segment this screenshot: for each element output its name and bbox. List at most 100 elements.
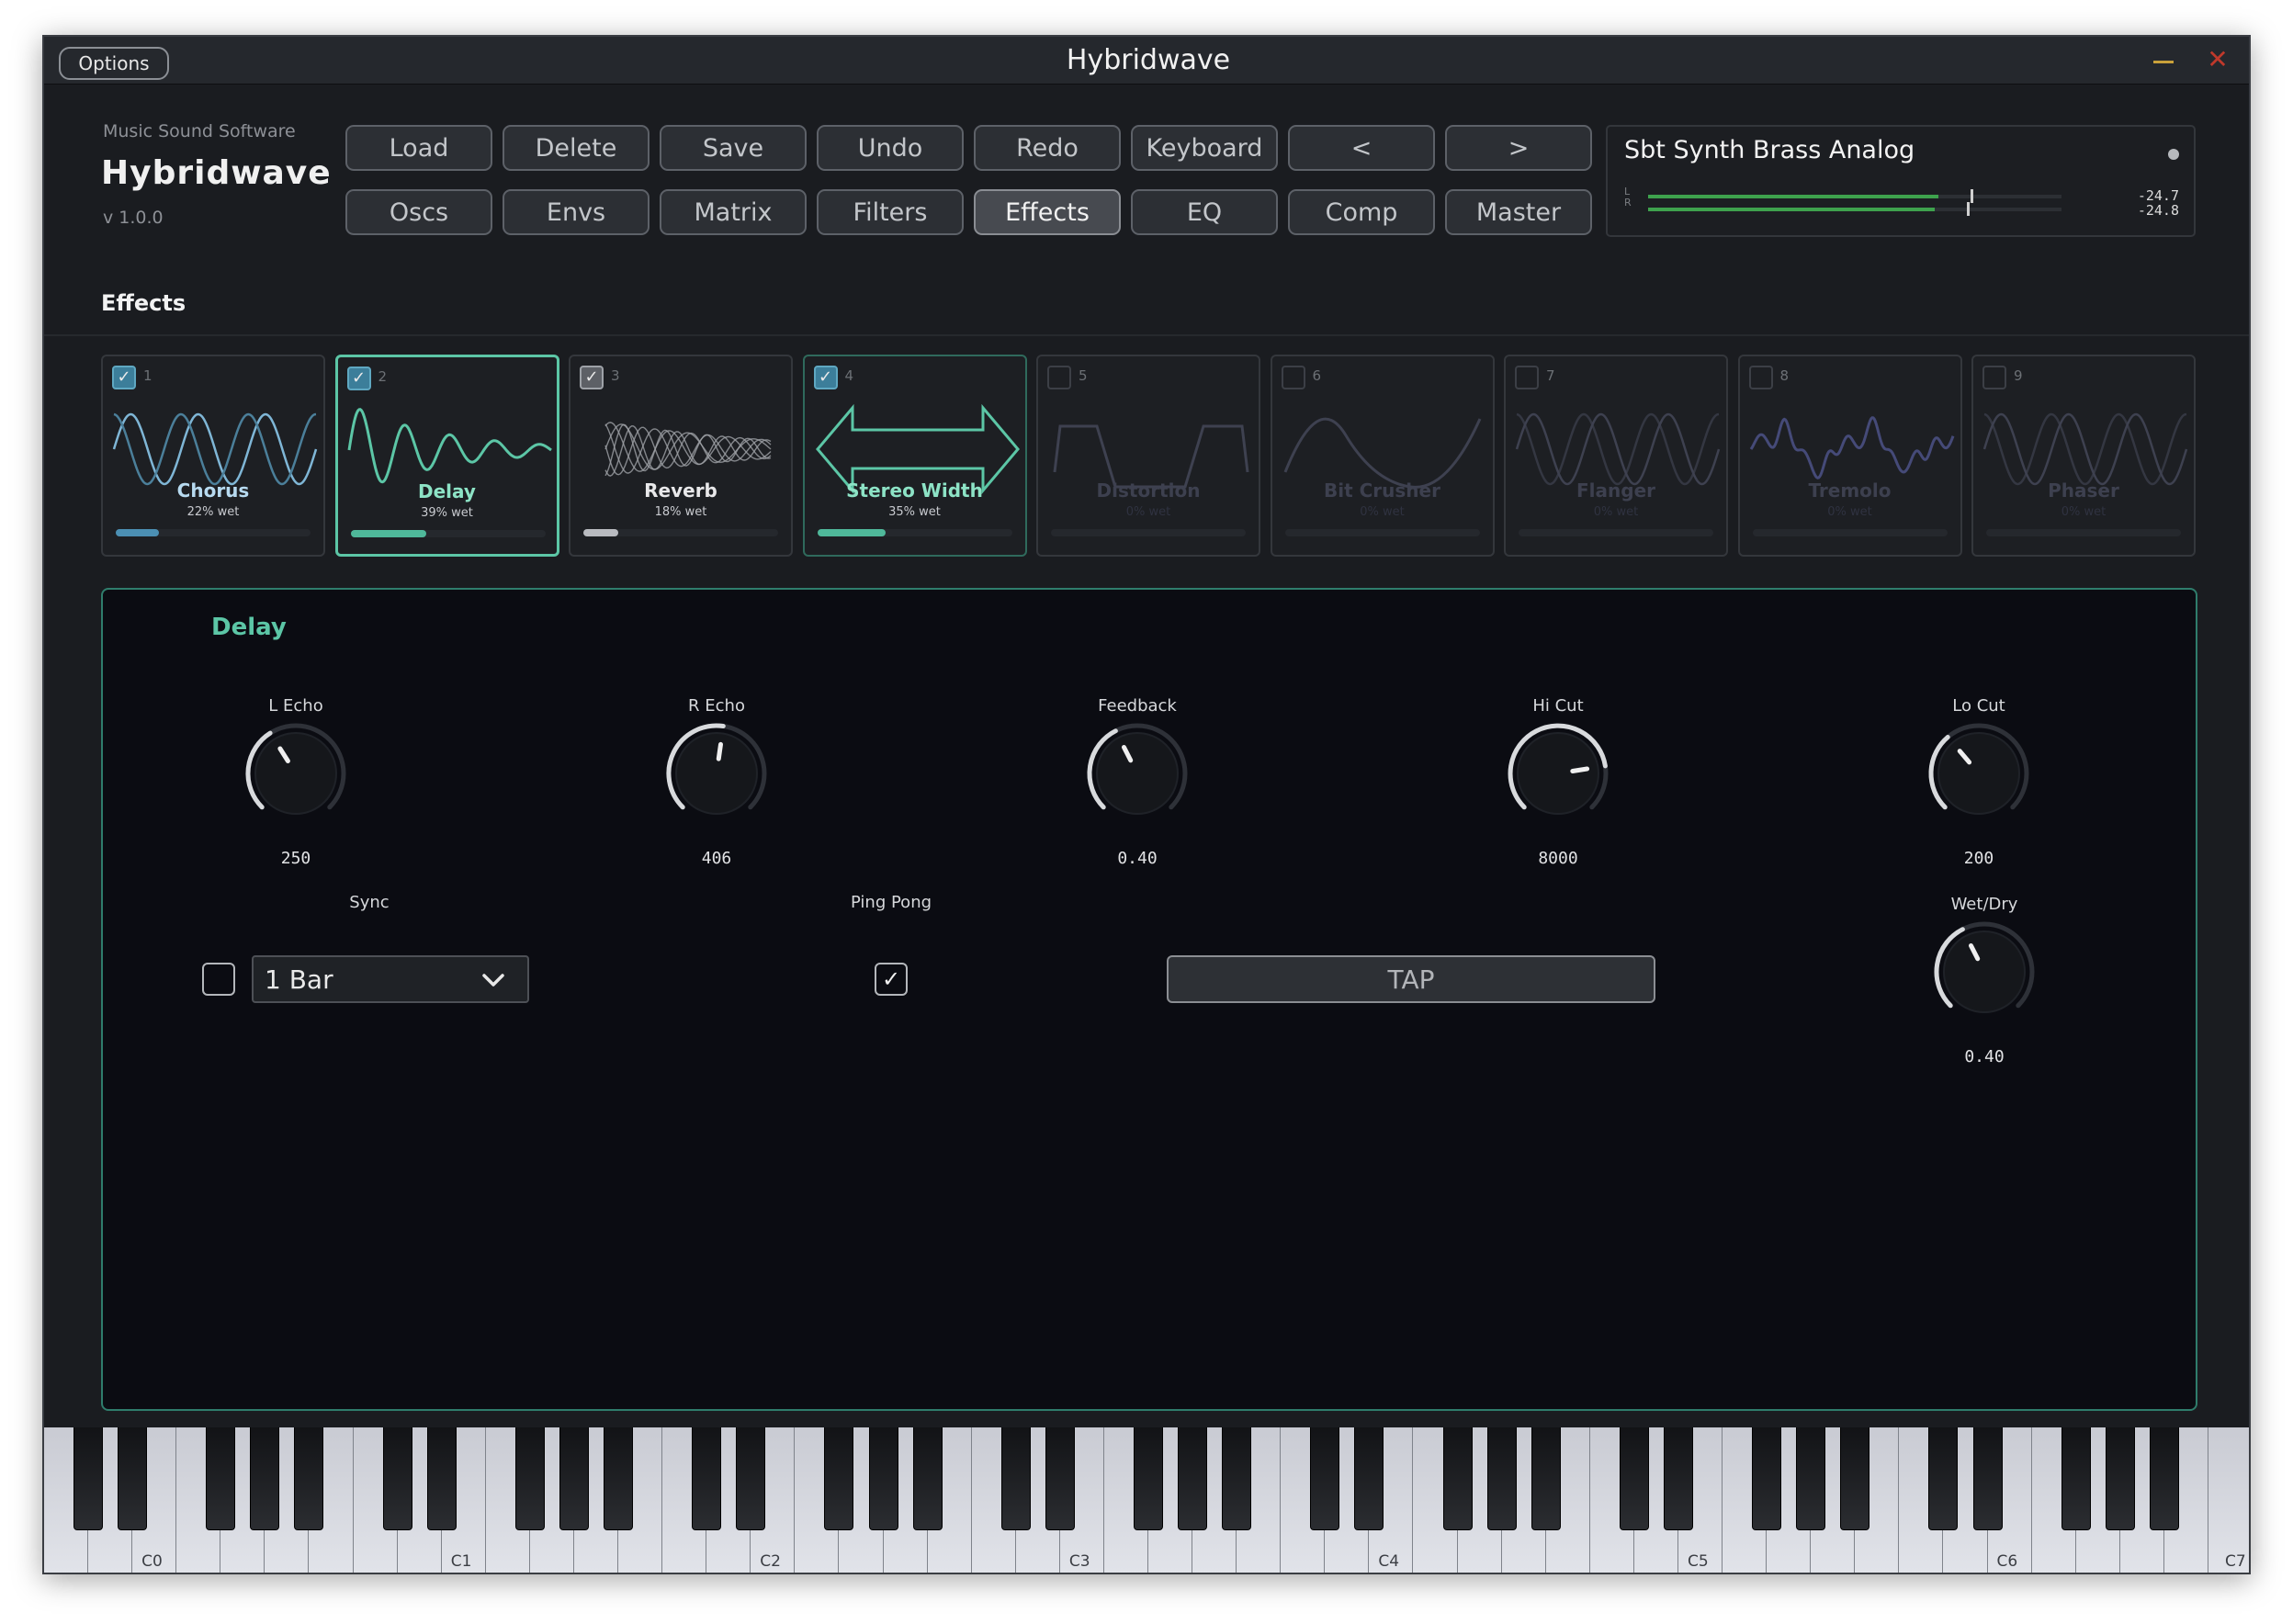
tab-oscs[interactable]: Oscs (345, 189, 492, 235)
black-key[interactable] (1972, 1427, 2003, 1530)
black-key[interactable] (1928, 1427, 1959, 1530)
hi-cut-knob[interactable]: Hi Cut 8000 (1466, 696, 1650, 880)
black-key[interactable] (1000, 1427, 1031, 1530)
black-key[interactable] (824, 1427, 854, 1530)
l-echo-knob[interactable]: L Echo 250 (204, 696, 388, 880)
prev-button[interactable]: < (1288, 125, 1435, 171)
minimize-icon[interactable] (2153, 61, 2174, 63)
effect-enable-checkbox[interactable] (1281, 366, 1305, 389)
black-key[interactable] (2061, 1427, 2091, 1530)
black-key[interactable] (912, 1427, 943, 1530)
wet-dry-knob[interactable]: Wet/Dry 0.40 (1892, 895, 2076, 1078)
effect-slot-bit-crusher[interactable]: 6 Bit Crusher 0% wet (1270, 355, 1495, 557)
piano-keyboard[interactable]: C0 C1 C2 C3 C4 C5 C6 C7 (44, 1427, 2249, 1573)
black-key[interactable] (868, 1427, 898, 1530)
black-key[interactable] (250, 1427, 280, 1530)
black-key[interactable] (294, 1427, 324, 1530)
effect-enable-checkbox[interactable]: ✓ (813, 366, 838, 389)
black-key[interactable] (514, 1427, 545, 1530)
black-key[interactable] (1796, 1427, 1826, 1530)
black-key[interactable] (118, 1427, 148, 1530)
effect-slot-distortion[interactable]: 5 Distortion 0% wet (1036, 355, 1260, 557)
effect-wet-bar[interactable] (1284, 529, 1480, 536)
black-key[interactable] (1619, 1427, 1649, 1530)
sync-checkbox[interactable] (202, 963, 235, 996)
effect-name: Stereo Width (846, 479, 983, 502)
effect-slot-stereo-width[interactable]: ✓ 4 Stereo Width 35% wet (802, 355, 1027, 557)
black-key[interactable] (1442, 1427, 1473, 1530)
load-button[interactable]: Load (345, 125, 492, 171)
effect-enable-checkbox[interactable] (1982, 366, 2006, 389)
tab-envs[interactable]: Envs (503, 189, 649, 235)
tab-eq[interactable]: EQ (1131, 189, 1278, 235)
feedback-knob[interactable]: Feedback 0.40 (1045, 696, 1229, 880)
black-key[interactable] (1222, 1427, 1252, 1530)
effect-wet-bar[interactable] (1051, 529, 1246, 536)
tab-comp[interactable]: Comp (1288, 189, 1435, 235)
preset-display[interactable]: Sbt Synth Brass Analog L R -24.7 -24.8 (1606, 125, 2196, 237)
black-key[interactable] (1663, 1427, 1693, 1530)
black-key[interactable] (73, 1427, 104, 1530)
effect-enable-checkbox[interactable]: ✓ (580, 366, 604, 389)
close-icon[interactable]: ✕ (2207, 47, 2229, 73)
effect-name: Tremolo (1808, 479, 1892, 502)
knob-dial (245, 723, 346, 815)
delete-button[interactable]: Delete (503, 125, 649, 171)
sync-dropdown[interactable]: 1 Bar (252, 955, 529, 1003)
black-key[interactable] (382, 1427, 412, 1530)
effect-enable-checkbox[interactable]: ✓ (346, 367, 371, 390)
r-echo-knob[interactable]: R Echo 406 (625, 696, 808, 880)
effect-enable-checkbox[interactable] (1047, 366, 1071, 389)
black-key[interactable] (2105, 1427, 2135, 1530)
black-key[interactable] (1354, 1427, 1384, 1530)
undo-button[interactable]: Undo (817, 125, 964, 171)
black-key[interactable] (426, 1427, 457, 1530)
effect-wet-bar[interactable] (350, 530, 546, 537)
redo-button[interactable]: Redo (974, 125, 1121, 171)
effect-slot-number: 6 (1312, 367, 1322, 384)
effect-slot-flanger[interactable]: 7 Flanger 0% wet (1504, 355, 1728, 557)
black-key[interactable] (736, 1427, 766, 1530)
black-key[interactable] (206, 1427, 236, 1530)
tab-master[interactable]: Master (1445, 189, 1592, 235)
effect-slot-chorus[interactable]: ✓ 1 Chorus 22% wet (101, 355, 325, 557)
black-key[interactable] (1178, 1427, 1208, 1530)
black-key[interactable] (1310, 1427, 1340, 1530)
black-key[interactable] (604, 1427, 634, 1530)
tap-button[interactable]: TAP (1167, 955, 1655, 1003)
ping-pong-checkbox[interactable]: ✓ (875, 963, 908, 996)
keyboard-button[interactable]: Keyboard (1131, 125, 1278, 171)
black-key[interactable] (1752, 1427, 1782, 1530)
effect-enable-checkbox[interactable] (1515, 366, 1539, 389)
effect-wet-bar[interactable] (116, 529, 311, 536)
effect-wet-bar[interactable] (583, 529, 778, 536)
black-key[interactable] (1531, 1427, 1561, 1530)
effect-enable-checkbox[interactable] (1748, 366, 1773, 389)
black-key[interactable] (1486, 1427, 1517, 1530)
effect-slot-reverb[interactable]: ✓ 3 Reverb 18% wet (569, 355, 793, 557)
tab-matrix[interactable]: Matrix (660, 189, 807, 235)
effect-slot-tremolo[interactable]: 8 Tremolo 0% wet (1737, 355, 1962, 557)
save-button[interactable]: Save (660, 125, 807, 171)
app-window: Options Hybridwave ✕ Music Sound Softwar… (42, 35, 2251, 1574)
knob-label: Feedback (1098, 696, 1177, 716)
tab-filters[interactable]: Filters (817, 189, 964, 235)
black-key[interactable] (1134, 1427, 1163, 1530)
lo-cut-knob[interactable]: Lo Cut 200 (1887, 696, 2071, 880)
black-key[interactable] (1840, 1427, 1870, 1530)
effect-wet-bar[interactable] (1752, 529, 1948, 536)
black-key[interactable] (1045, 1427, 1075, 1530)
black-key[interactable] (2149, 1427, 2179, 1530)
effect-wet-bar[interactable] (1519, 529, 1713, 536)
tab-effects[interactable]: Effects (974, 189, 1121, 235)
black-key[interactable] (692, 1427, 722, 1530)
effect-wet-bar[interactable] (817, 529, 1012, 536)
effect-slot-delay[interactable]: ✓ 2 Delay 39% wet (334, 355, 559, 557)
black-key[interactable] (559, 1427, 589, 1530)
effect-wet-bar[interactable] (1986, 529, 2181, 536)
next-button[interactable]: > (1445, 125, 1592, 171)
knob-value: 0.40 (1964, 1047, 2005, 1066)
effect-slot-phaser[interactable]: 9 Phaser 0% wet (1971, 355, 2196, 557)
effect-enable-checkbox[interactable]: ✓ (112, 366, 136, 389)
knob-label: Lo Cut (1952, 696, 2005, 716)
